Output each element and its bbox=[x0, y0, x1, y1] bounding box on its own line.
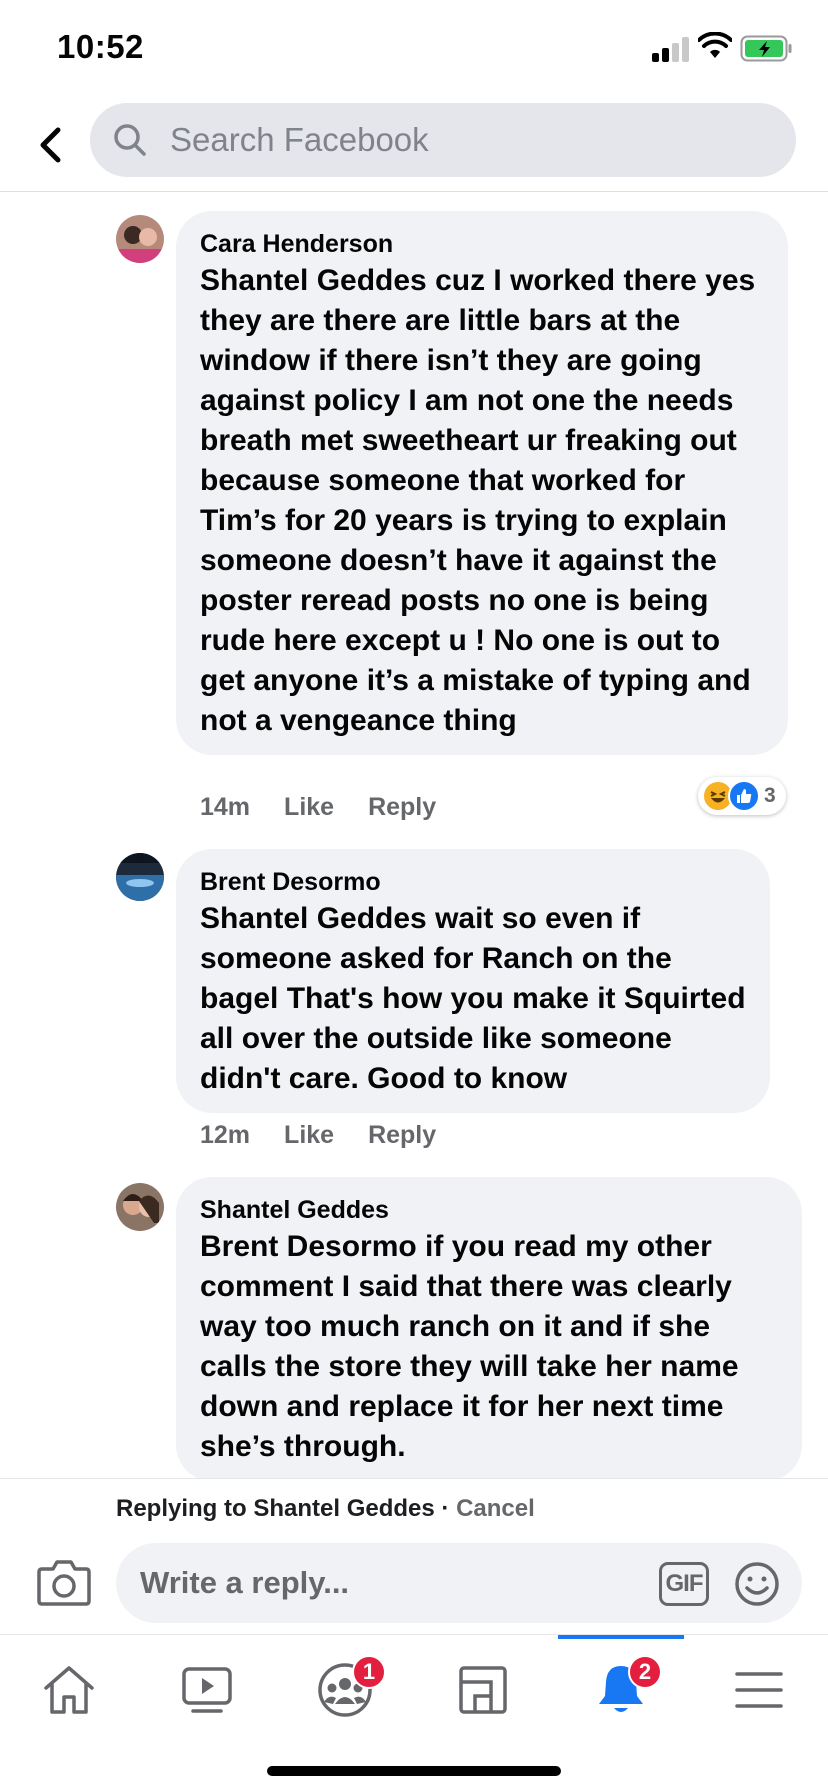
comment-thread: Cara Henderson Shantel Geddes cuz I work… bbox=[0, 193, 828, 1478]
replying-separator: · bbox=[434, 1495, 457, 1522]
comment-body: if you read my other comment I said that… bbox=[200, 1230, 739, 1463]
avatar[interactable] bbox=[116, 1183, 164, 1231]
pages-icon bbox=[459, 1666, 507, 1714]
like-reaction-icon bbox=[728, 780, 760, 812]
camera-icon bbox=[37, 1560, 91, 1606]
like-button[interactable]: Like bbox=[284, 793, 334, 822]
comment-actions: 14m Like Reply bbox=[200, 793, 436, 822]
nav-pages[interactable] bbox=[438, 1655, 528, 1725]
notifications-badge: 2 bbox=[628, 1655, 662, 1689]
comment-text: Shantel Geddes wait so even if someone a… bbox=[200, 899, 746, 1099]
reply-box[interactable]: GIF bbox=[116, 1543, 802, 1623]
back-button[interactable] bbox=[30, 120, 70, 170]
nav-menu[interactable] bbox=[714, 1655, 804, 1725]
reply-button[interactable]: Reply bbox=[368, 793, 436, 822]
nav-watch[interactable] bbox=[162, 1655, 252, 1725]
comment-time: 14m bbox=[200, 793, 251, 821]
active-tab-indicator bbox=[558, 1635, 684, 1639]
watch-icon bbox=[182, 1667, 232, 1713]
camera-button[interactable] bbox=[36, 1557, 92, 1607]
comment-mention[interactable]: Brent Desormo bbox=[200, 1230, 417, 1263]
comment-body: cuz I worked there yes they are there ar… bbox=[200, 264, 756, 737]
reply-composer: Replying to Shantel Geddes · Cancel GIF bbox=[0, 1478, 828, 1634]
search-header bbox=[0, 100, 828, 192]
comment-author[interactable]: Brent Desormo bbox=[200, 865, 746, 899]
status-bar: 10:52 bbox=[0, 0, 828, 100]
comment-bubble[interactable]: Cara Henderson Shantel Geddes cuz I work… bbox=[176, 211, 788, 755]
search-box[interactable] bbox=[90, 103, 796, 177]
nav-notifications[interactable]: 2 bbox=[576, 1655, 666, 1725]
battery-icon bbox=[740, 35, 792, 62]
reaction-summary[interactable]: 3 bbox=[698, 777, 786, 815]
comment-author[interactable]: Shantel Geddes bbox=[200, 1193, 778, 1227]
wifi-icon bbox=[698, 32, 732, 58]
replying-name: Shantel Geddes bbox=[253, 1495, 435, 1522]
cancel-reply-button[interactable]: Cancel bbox=[456, 1495, 535, 1522]
comment-actions: 12m Like Reply bbox=[200, 1121, 436, 1150]
search-input[interactable] bbox=[170, 103, 770, 177]
nav-home[interactable] bbox=[24, 1655, 114, 1725]
nav-groups[interactable]: 1 bbox=[300, 1655, 390, 1725]
comment-bubble[interactable]: Brent Desormo Shantel Geddes wait so eve… bbox=[176, 849, 770, 1113]
status-time: 10:52 bbox=[57, 28, 144, 65]
emoji-icon[interactable] bbox=[733, 1560, 781, 1608]
reaction-count: 3 bbox=[764, 784, 776, 807]
comment-mention[interactable]: Shantel Geddes bbox=[200, 264, 427, 297]
comment-text: Shantel Geddes cuz I worked there yes th… bbox=[200, 261, 764, 741]
menu-icon bbox=[735, 1672, 783, 1708]
home-icon bbox=[44, 1666, 94, 1714]
reply-input[interactable] bbox=[140, 1543, 640, 1623]
comment-text: Brent Desormo if you read my other comme… bbox=[200, 1227, 778, 1467]
reply-button[interactable]: Reply bbox=[368, 1121, 436, 1150]
signal-icon bbox=[652, 36, 690, 62]
groups-badge: 1 bbox=[352, 1655, 386, 1689]
comment-mention[interactable]: Shantel Geddes bbox=[200, 902, 427, 935]
comment-author[interactable]: Cara Henderson bbox=[200, 227, 764, 261]
comment-time: 12m bbox=[200, 1121, 251, 1149]
comment-bubble[interactable]: Shantel Geddes Brent Desormo if you read… bbox=[176, 1177, 802, 1478]
like-button[interactable]: Like bbox=[284, 1121, 334, 1150]
gif-button[interactable]: GIF bbox=[659, 1562, 709, 1606]
chevron-left-icon bbox=[40, 127, 61, 163]
search-icon bbox=[114, 124, 146, 156]
avatar[interactable] bbox=[116, 215, 164, 263]
home-indicator[interactable] bbox=[267, 1766, 561, 1776]
replying-prefix: Replying to bbox=[116, 1495, 254, 1522]
replying-to-label: Replying to Shantel Geddes · Cancel bbox=[116, 1495, 535, 1523]
avatar[interactable] bbox=[116, 853, 164, 901]
